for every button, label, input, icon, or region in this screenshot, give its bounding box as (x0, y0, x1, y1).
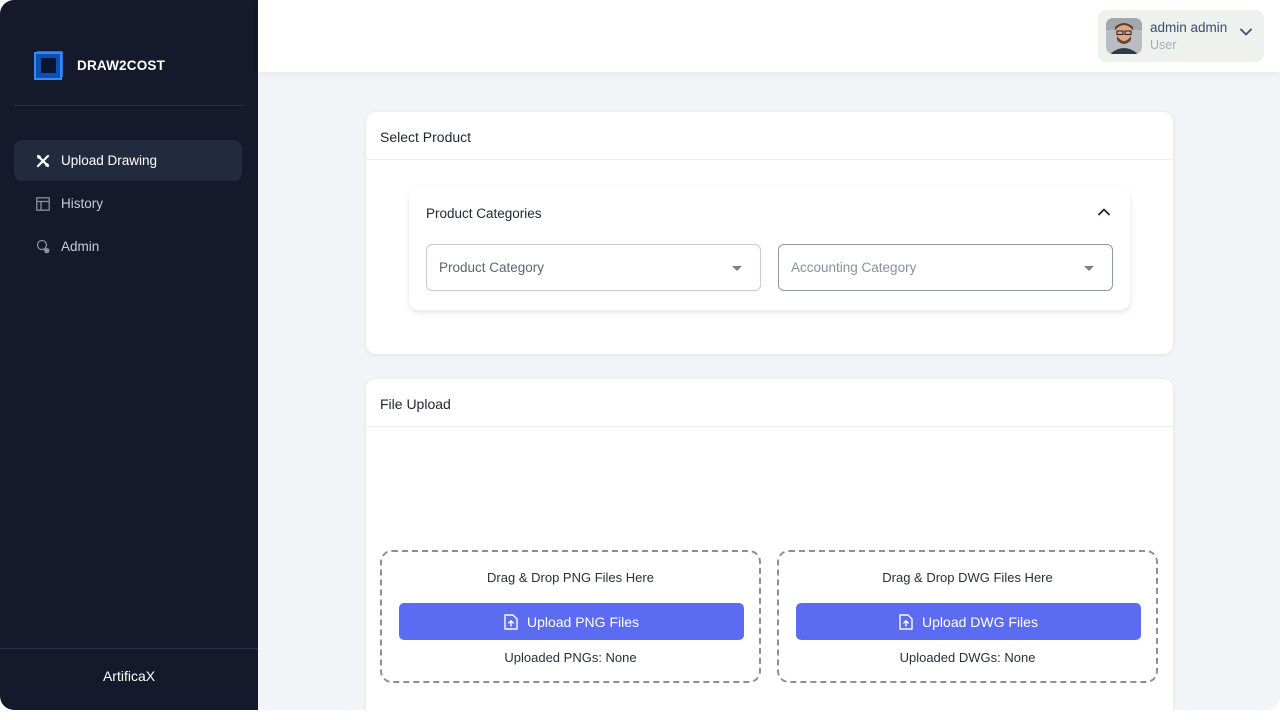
upload-status: Uploaded PNGs: None (504, 650, 637, 665)
file-upload-card: File Upload Drag & Drop PNG Files Here U… (366, 379, 1173, 710)
select-placeholder: Product Category (439, 260, 545, 275)
upload-png-button[interactable]: Upload PNG Files (399, 603, 744, 640)
select-product-card: Select Product Product Categories Produc… (366, 112, 1173, 354)
file-upload-icon (504, 613, 518, 630)
dropzone-text: Drag & Drop DWG Files Here (882, 570, 1053, 585)
accordion-title[interactable]: Product Categories (426, 206, 542, 221)
top-bar: admin admin User (258, 0, 1280, 72)
caret-down-icon (732, 266, 742, 271)
sidebar-divider (14, 105, 243, 106)
upload-dwg-button[interactable]: Upload DWG Files (796, 603, 1141, 640)
sidebar-item-label: Upload Drawing (61, 153, 158, 168)
chevron-up-icon[interactable] (1098, 208, 1110, 216)
brand[interactable]: DRAW2COST (34, 50, 165, 80)
button-label: Upload PNG Files (526, 613, 640, 630)
product-category-select[interactable]: Product Category (426, 244, 761, 291)
chevron-down-icon[interactable] (1240, 28, 1252, 36)
file-upload-icon (899, 613, 913, 630)
dwg-dropzone[interactable]: Drag & Drop DWG Files Here Upload DWG Fi… (777, 550, 1158, 683)
button-label: Upload DWG Files (922, 613, 1038, 630)
app-window: DRAW2COST Upload Drawing History Admin A… (0, 0, 1280, 710)
sidebar-item-admin[interactable]: Admin (14, 226, 242, 267)
sidebar-item-label: Admin (61, 239, 100, 254)
accounting-category-select[interactable]: Accounting Category (778, 244, 1113, 291)
sidebar-footer: ArtificaX (102, 668, 156, 684)
sidebar-item-label: History (61, 196, 104, 211)
card-title: Select Product (380, 129, 472, 145)
tools-icon (35, 153, 51, 169)
upload-status: Uploaded DWGs: None (899, 650, 1036, 665)
dropzone-text: Drag & Drop PNG Files Here (487, 570, 654, 585)
brand-logo-icon (34, 51, 63, 80)
avatar (1106, 18, 1142, 54)
user-name: admin admin (1150, 20, 1228, 35)
select-placeholder: Accounting Category (791, 260, 917, 275)
card-title: File Upload (380, 396, 451, 412)
product-categories-accordion: Product Categories Product Category Acco… (409, 187, 1130, 310)
table-icon (35, 196, 51, 212)
card-divider (366, 159, 1173, 160)
user-menu[interactable]: admin admin User (1098, 10, 1264, 62)
sidebar-item-history[interactable]: History (14, 183, 242, 224)
sidebar: DRAW2COST Upload Drawing History Admin A… (0, 0, 258, 710)
sidebar-footer-divider (0, 648, 258, 649)
card-divider (366, 426, 1173, 427)
brand-name: DRAW2COST (77, 57, 166, 73)
user-role: User (1150, 38, 1177, 52)
caret-down-icon (1084, 266, 1094, 271)
user-info: admin admin User (1150, 20, 1227, 52)
png-dropzone[interactable]: Drag & Drop PNG Files Here Upload PNG Fi… (380, 550, 761, 683)
admin-shield-icon (35, 239, 51, 255)
sidebar-item-upload-drawing[interactable]: Upload Drawing (14, 140, 242, 181)
